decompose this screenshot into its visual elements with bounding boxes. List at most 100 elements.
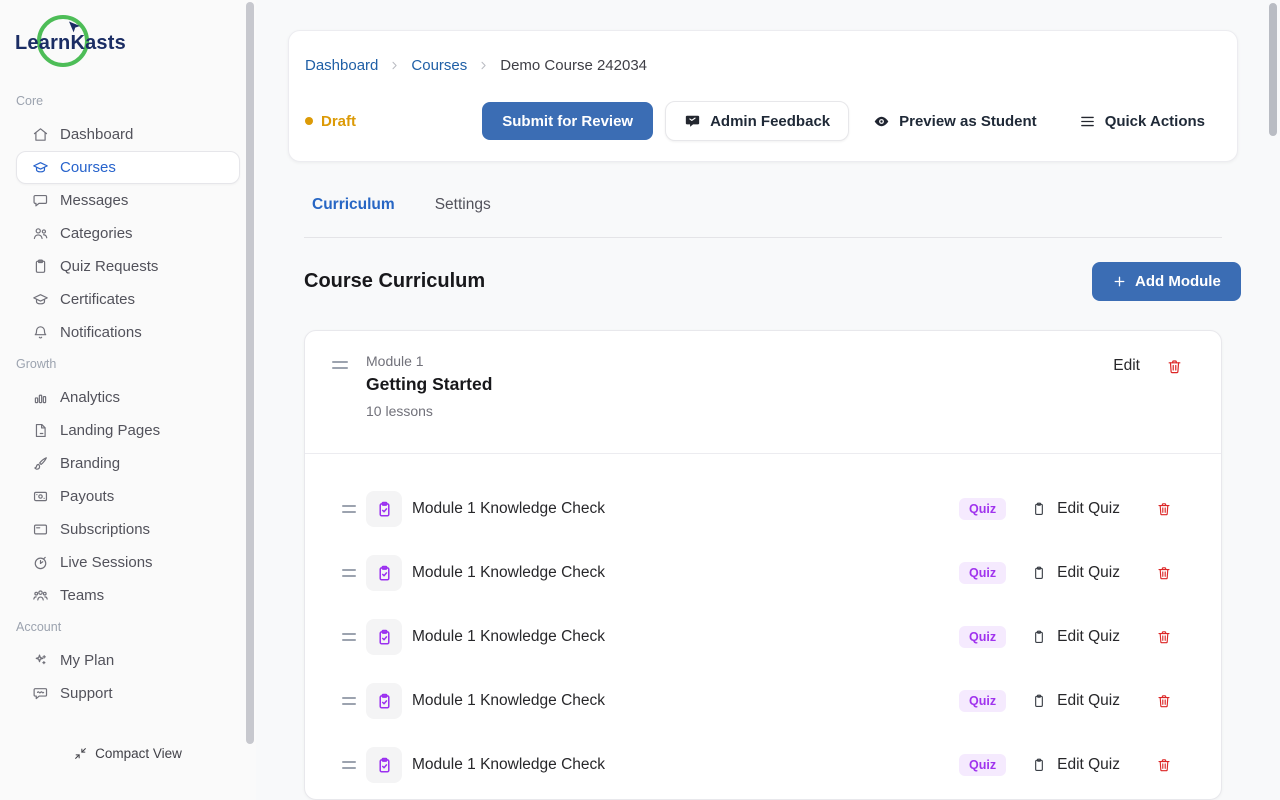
sidebar-item-messages[interactable]: Messages — [16, 184, 240, 217]
lesson-drag-handle[interactable] — [342, 569, 356, 577]
paintbrush-icon — [32, 455, 49, 472]
delete-lesson-icon[interactable] — [1156, 629, 1172, 645]
edit-quiz-label: Edit Quiz — [1057, 500, 1120, 518]
module-delete-icon[interactable] — [1166, 358, 1183, 375]
edit-quiz-button[interactable]: Edit Quiz — [1031, 500, 1120, 518]
module-title: Getting Started — [366, 374, 492, 395]
document-icon — [32, 422, 49, 439]
edit-quiz-button[interactable]: Edit Quiz — [1031, 756, 1120, 774]
tab-bar: Curriculum Settings — [312, 196, 491, 220]
quiz-clipboard-icon — [375, 564, 394, 583]
sidebar-item-dashboard[interactable]: Dashboard — [16, 118, 240, 151]
sidebar: LearnKasts Core Dashboard Courses Messag… — [0, 0, 256, 800]
minimize-icon — [74, 747, 87, 760]
preview-as-student-label: Preview as Student — [899, 113, 1037, 130]
bell-icon — [32, 324, 49, 341]
quiz-clipboard-icon — [375, 500, 394, 519]
sparkles-icon — [32, 652, 49, 669]
lesson-drag-handle[interactable] — [342, 633, 356, 641]
sidebar-item-analytics[interactable]: Analytics — [16, 381, 240, 414]
feedback-bubble-icon — [684, 113, 701, 130]
module-edit-button[interactable]: Edit — [1113, 357, 1140, 375]
lesson-type-badge: Quiz — [959, 754, 1006, 776]
eye-icon — [873, 113, 890, 130]
add-module-label: Add Module — [1135, 273, 1221, 290]
sidebar-item-my-plan[interactable]: My Plan — [16, 644, 240, 677]
sidebar-item-teams[interactable]: Teams — [16, 579, 240, 612]
graduation-cap-icon — [32, 291, 49, 308]
sidebar-item-label: My Plan — [60, 652, 114, 669]
delete-lesson-icon[interactable] — [1156, 757, 1172, 773]
preview-as-student-button[interactable]: Preview as Student — [873, 113, 1037, 130]
module-actions: Edit — [1113, 357, 1183, 375]
admin-feedback-label: Admin Feedback — [710, 113, 830, 130]
breadcrumb-current: Demo Course 242034 — [500, 57, 647, 74]
sidebar-item-quiz-requests[interactable]: Quiz Requests — [16, 250, 240, 283]
breadcrumb-link-courses[interactable]: Courses — [411, 57, 467, 74]
sidebar-item-notifications[interactable]: Notifications — [16, 316, 240, 349]
sidebar-item-categories[interactable]: Categories — [16, 217, 240, 250]
sidebar-item-courses[interactable]: Courses — [16, 151, 240, 184]
quiz-clipboard-icon — [375, 756, 394, 775]
section-label-growth: Growth — [16, 355, 240, 373]
lesson-title: Module 1 Knowledge Check — [412, 692, 605, 710]
sidebar-item-branding[interactable]: Branding — [16, 447, 240, 480]
app-logo: LearnKasts — [0, 0, 256, 84]
sidebar-scrollbar[interactable] — [246, 2, 254, 744]
page-scrollbar[interactable] — [1269, 3, 1277, 136]
tab-settings[interactable]: Settings — [435, 196, 491, 220]
clipboard-icon — [1031, 757, 1047, 773]
sidebar-item-label: Teams — [60, 587, 104, 604]
clipboard-icon — [32, 258, 49, 275]
lesson-row: Module 1 Knowledge Check Quiz Edit Quiz — [305, 477, 1221, 541]
sidebar-item-label: Courses — [60, 159, 116, 176]
quick-actions-button[interactable]: Quick Actions — [1079, 113, 1205, 130]
edit-quiz-button[interactable]: Edit Quiz — [1031, 564, 1120, 582]
add-module-button[interactable]: Add Module — [1092, 262, 1241, 301]
lesson-drag-handle[interactable] — [342, 505, 356, 513]
module-header: Module 1 Getting Started 10 lessons Edit — [305, 331, 1221, 454]
chat-icon — [32, 685, 49, 702]
delete-lesson-icon[interactable] — [1156, 565, 1172, 581]
edit-quiz-button[interactable]: Edit Quiz — [1031, 628, 1120, 646]
module-drag-handle[interactable] — [332, 361, 348, 369]
submit-for-review-button[interactable]: Submit for Review — [482, 102, 653, 140]
users-group-icon — [32, 587, 49, 604]
course-header-card: Dashboard Courses Demo Course 242034 Dra… — [288, 30, 1238, 162]
edit-quiz-label: Edit Quiz — [1057, 564, 1120, 582]
tab-curriculum[interactable]: Curriculum — [312, 196, 395, 220]
lesson-title: Module 1 Knowledge Check — [412, 628, 605, 646]
banknote-icon — [32, 488, 49, 505]
chevron-right-icon — [388, 59, 401, 72]
sidebar-item-label: Branding — [60, 455, 120, 472]
lesson-type-badge: Quiz — [959, 626, 1006, 648]
lesson-row: Module 1 Knowledge Check Quiz Edit Quiz — [305, 669, 1221, 733]
users-icon — [32, 225, 49, 242]
lesson-type-badge: Quiz — [959, 690, 1006, 712]
sidebar-item-landing-pages[interactable]: Landing Pages — [16, 414, 240, 447]
lesson-type-icon-box — [366, 683, 402, 719]
sidebar-item-label: Messages — [60, 192, 128, 209]
delete-lesson-icon[interactable] — [1156, 693, 1172, 709]
chevron-right-icon — [477, 59, 490, 72]
lesson-drag-handle[interactable] — [342, 761, 356, 769]
sidebar-item-support[interactable]: Support — [16, 677, 240, 710]
credit-card-icon — [32, 521, 49, 538]
status-badge: Draft — [305, 113, 356, 130]
sidebar-item-payouts[interactable]: Payouts — [16, 480, 240, 513]
chat-bubble-icon — [32, 192, 49, 209]
sidebar-item-label: Live Sessions — [60, 554, 153, 571]
sidebar-item-subscriptions[interactable]: Subscriptions — [16, 513, 240, 546]
graduation-cap-icon — [32, 159, 49, 176]
edit-quiz-button[interactable]: Edit Quiz — [1031, 692, 1120, 710]
sidebar-item-live-sessions[interactable]: Live Sessions — [16, 546, 240, 579]
lesson-drag-handle[interactable] — [342, 697, 356, 705]
edit-quiz-label: Edit Quiz — [1057, 628, 1120, 646]
breadcrumb-link-dashboard[interactable]: Dashboard — [305, 57, 378, 74]
lesson-list: Module 1 Knowledge Check Quiz Edit Quiz … — [305, 454, 1221, 797]
sidebar-item-certificates[interactable]: Certificates — [16, 283, 240, 316]
delete-lesson-icon[interactable] — [1156, 501, 1172, 517]
compact-view-button[interactable]: Compact View — [0, 740, 256, 766]
lesson-row: Module 1 Knowledge Check Quiz Edit Quiz — [305, 733, 1221, 797]
admin-feedback-button[interactable]: Admin Feedback — [665, 101, 849, 141]
